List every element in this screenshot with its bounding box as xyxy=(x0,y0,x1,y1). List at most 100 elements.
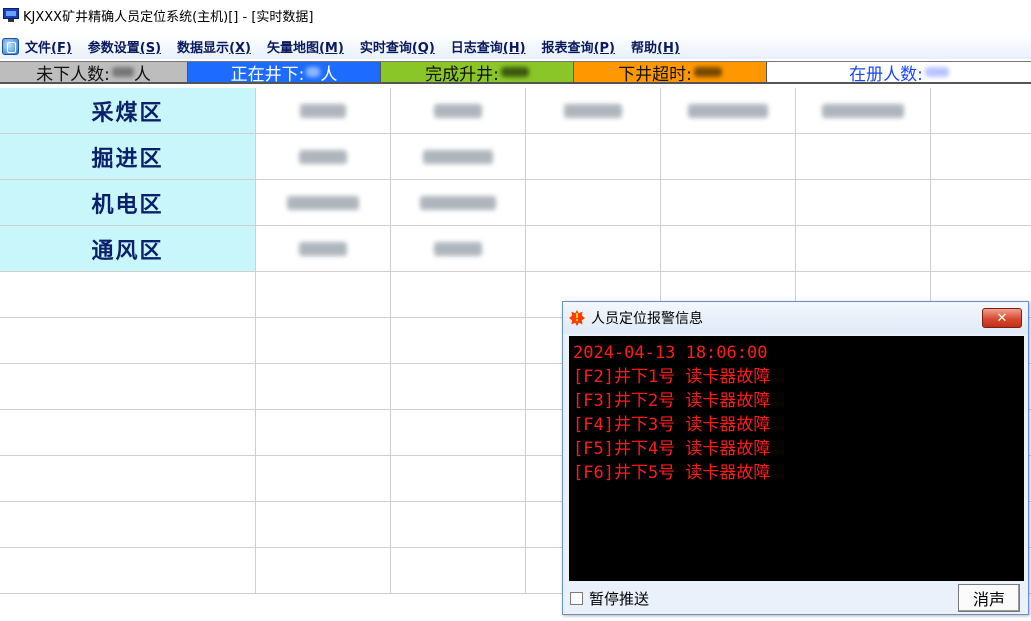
grid-cell[interactable] xyxy=(931,180,1031,226)
grid-cell[interactable] xyxy=(391,88,526,134)
area-header[interactable]: 采煤区 xyxy=(0,88,256,134)
document-icon[interactable] xyxy=(2,38,19,55)
grid-cell[interactable] xyxy=(256,410,391,456)
grid-cell[interactable] xyxy=(931,88,1031,134)
grid-cell[interactable] xyxy=(391,318,526,364)
redacted-value xyxy=(564,103,622,118)
grid-cell[interactable] xyxy=(391,548,526,594)
menu-log-query-label: 日志查询 xyxy=(450,41,503,56)
area-header[interactable]: 掘进区 xyxy=(0,134,256,180)
menu-help-accel: (H) xyxy=(657,41,680,56)
alarm-popup-title: 人员定位报警信息 xyxy=(591,311,703,327)
redacted-value xyxy=(500,67,529,77)
area-header[interactable]: 通风区 xyxy=(0,226,256,272)
grid-cell[interactable] xyxy=(391,456,526,502)
grid-cell[interactable] xyxy=(0,502,256,548)
menu-log-query[interactable]: 日志查询(H) xyxy=(451,37,526,56)
redacted-value xyxy=(299,149,347,164)
grid-cell[interactable] xyxy=(391,180,526,226)
grid-cell[interactable] xyxy=(256,548,391,594)
grid-cell[interactable] xyxy=(661,180,796,226)
status-underground: 正在井下: 人 xyxy=(188,62,381,85)
grid-cell[interactable] xyxy=(256,456,391,502)
grid-cell[interactable] xyxy=(391,502,526,548)
status-underground-unit: 人 xyxy=(320,64,338,85)
grid-cell[interactable] xyxy=(256,272,391,318)
grid-cell[interactable] xyxy=(256,226,391,272)
grid-cell[interactable] xyxy=(256,88,391,134)
grid-cell[interactable] xyxy=(796,134,931,180)
menu-file[interactable]: 文件(F) xyxy=(25,37,72,56)
grid-cell[interactable] xyxy=(796,226,931,272)
grid-cell[interactable] xyxy=(0,364,256,410)
menu-help[interactable]: 帮助(H) xyxy=(631,37,680,56)
grid-cell[interactable] xyxy=(0,318,256,364)
grid-cell[interactable] xyxy=(0,456,256,502)
grid-cell[interactable] xyxy=(0,548,256,594)
status-underground-label: 正在井下: xyxy=(230,64,305,85)
redacted-value xyxy=(300,103,346,118)
grid-cell[interactable] xyxy=(391,364,526,410)
redacted-value xyxy=(693,67,722,77)
alarm-popup: ! 人员定位报警信息 ✕ 2024-04-13 18:06:00 [F2]井下1… xyxy=(562,301,1029,615)
menu-data-display-accel: (X) xyxy=(229,41,251,56)
monitor-icon xyxy=(3,8,19,22)
grid-cell[interactable] xyxy=(931,226,1031,272)
redacted-value xyxy=(306,67,321,77)
grid-cell[interactable] xyxy=(661,226,796,272)
menu-realtime-query[interactable]: 实时查询(Q) xyxy=(360,37,435,56)
grid-cell[interactable] xyxy=(0,272,256,318)
menu-report-query-label: 报表查询 xyxy=(541,41,594,56)
grid-cell[interactable] xyxy=(526,226,661,272)
close-button[interactable]: ✕ xyxy=(982,308,1022,328)
menu-report-query[interactable]: 报表查询(P) xyxy=(542,37,615,56)
grid-cell[interactable] xyxy=(391,226,526,272)
area-row: 机电区 xyxy=(0,180,1031,226)
menu-bar: 文件(F) 参数设置(S) 数据显示(X) 矢量地图(M) 实时查询(Q) 日志… xyxy=(0,34,1031,59)
status-registered-label: 在册人数: xyxy=(849,64,923,85)
status-completed: 完成升井: xyxy=(381,62,574,85)
pause-push-checkbox[interactable] xyxy=(570,591,583,605)
area-row: 掘进区 xyxy=(0,134,1031,180)
menu-report-query-accel: (P) xyxy=(593,41,615,56)
status-overtime: 下井超时: xyxy=(574,62,767,85)
grid-cell[interactable] xyxy=(391,134,526,180)
area-row: 采煤区 xyxy=(0,88,1031,134)
menu-vector-map[interactable]: 矢量地图(M) xyxy=(267,37,344,56)
grid-cell[interactable] xyxy=(526,180,661,226)
redacted-value xyxy=(111,67,134,77)
grid-cell[interactable] xyxy=(256,364,391,410)
grid-cell[interactable] xyxy=(391,410,526,456)
grid-cell[interactable] xyxy=(256,180,391,226)
grid-cell[interactable] xyxy=(661,134,796,180)
menu-params[interactable]: 参数设置(S) xyxy=(88,37,161,56)
grid-cell[interactable] xyxy=(0,410,256,456)
alarm-log-line: [F3]井下2号 读卡器故障 xyxy=(573,391,771,411)
grid-cell[interactable] xyxy=(796,180,931,226)
menu-realtime-query-accel: (Q) xyxy=(411,41,435,56)
grid-cell[interactable] xyxy=(526,88,661,134)
menu-data-display[interactable]: 数据显示(X) xyxy=(177,37,251,56)
grid-cell[interactable] xyxy=(796,88,931,134)
alarm-log[interactable]: 2024-04-13 18:06:00 [F2]井下1号 读卡器故障 [F3]井… xyxy=(569,336,1024,581)
area-row: 通风区 xyxy=(0,226,1031,272)
redacted-value xyxy=(420,195,496,210)
alarm-log-line: [F5]井下4号 读卡器故障 xyxy=(573,439,771,459)
grid-cell[interactable] xyxy=(931,134,1031,180)
area-header[interactable]: 机电区 xyxy=(0,180,256,226)
mute-button[interactable]: 消声 xyxy=(958,584,1020,612)
menu-file-accel: (F) xyxy=(51,41,72,56)
menu-data-display-label: 数据显示 xyxy=(177,41,230,56)
grid-cell[interactable] xyxy=(661,88,796,134)
alarm-popup-title-bar[interactable]: ! 人员定位报警信息 xyxy=(563,302,1028,334)
pause-push-label[interactable]: 暂停推送 xyxy=(589,588,649,609)
grid-cell[interactable] xyxy=(391,272,526,318)
redacted-value xyxy=(299,241,347,256)
grid-cell[interactable] xyxy=(256,318,391,364)
grid-cell[interactable] xyxy=(256,502,391,548)
status-not-down-label: 未下人数: xyxy=(36,64,110,85)
grid-cell[interactable] xyxy=(256,134,391,180)
grid-cell[interactable] xyxy=(526,134,661,180)
menu-params-accel: (S) xyxy=(139,41,162,56)
alarm-log-line: 2024-04-13 18:06:00 xyxy=(573,343,768,363)
